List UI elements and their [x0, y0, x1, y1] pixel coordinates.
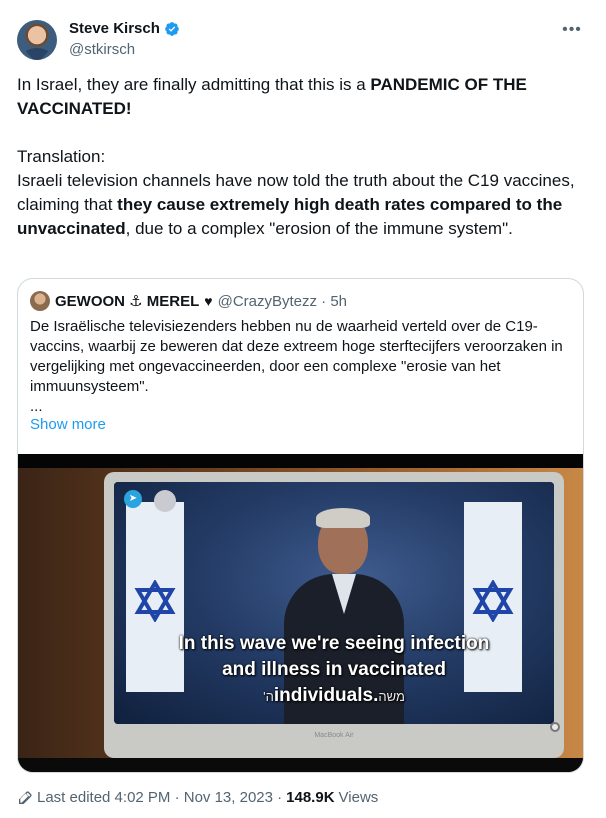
- quoted-text: De Israëlische televisiezenders hebben n…: [30, 318, 563, 395]
- translation-label: Translation:: [17, 147, 106, 166]
- author-avatar[interactable]: [17, 20, 57, 60]
- quoted-ellipsis: ...: [30, 398, 43, 415]
- quoted-avatar: [30, 291, 50, 311]
- author-display-name[interactable]: Steve Kirsch: [69, 20, 160, 37]
- verified-badge-icon: [165, 21, 179, 36]
- tweet-footer: Last edited 4:02 PM · Nov 13, 2023 · 148…: [17, 789, 378, 806]
- subtitle-line1: In this wave we're seeing infection: [178, 633, 490, 654]
- heart-icon: ♥: [204, 293, 213, 309]
- hebrew-caption: משה: [378, 689, 405, 704]
- laptop-brand: MacBook Air: [314, 732, 354, 739]
- hebrew-prefix: 'ה: [263, 689, 274, 704]
- more-options-icon[interactable]: •••: [561, 22, 583, 38]
- show-more-link[interactable]: Show more: [30, 416, 106, 433]
- channel-logo-icon: [154, 490, 176, 512]
- star-of-david-icon: [472, 580, 514, 622]
- views-label: Views: [338, 789, 379, 806]
- edit-timestamp[interactable]: Last edited 4:02 PM · Nov 13, 2023 ·: [37, 789, 282, 806]
- tweet-text-line1: In Israel, they are finally admitting th…: [17, 75, 527, 118]
- tweet-body: Israeli television channels have now tol…: [17, 171, 575, 238]
- telegram-icon: ➤: [124, 490, 142, 508]
- quoted-tweet[interactable]: GEWOON ⚓ MEREL ♥ @CrazyBytezz · 5h De Is…: [17, 278, 584, 773]
- quoted-header: GEWOON ⚓ MEREL ♥ @CrazyBytezz · 5h: [30, 291, 347, 311]
- subtitle-line3: 'הindividuals.משה: [263, 685, 405, 706]
- clipped-previous-line: [110, 0, 170, 6]
- author-handle[interactable]: @stkirsch: [69, 41, 135, 58]
- tweet: Steve Kirsch @stkirsch ••• In Israel, th…: [0, 0, 606, 818]
- quoted-handle-time: @CrazyBytezz · 5h: [217, 292, 348, 310]
- subtitle-line2: and illness in vaccinated: [222, 659, 446, 680]
- edit-pencil-icon[interactable]: [17, 790, 33, 806]
- video-control-icon[interactable]: [550, 722, 560, 732]
- quoted-author-name: GEWOON ⚓ MEREL: [55, 293, 200, 310]
- laptop-screen: ➤ In this wave we're seeing infection an…: [114, 482, 554, 724]
- laptop-frame: ➤ In this wave we're seeing infection an…: [104, 472, 564, 758]
- author-name-row[interactable]: Steve Kirsch: [69, 20, 180, 37]
- star-of-david-icon: [134, 580, 176, 622]
- views-count: 148.9K: [286, 789, 335, 806]
- video-player[interactable]: ➤ In this wave we're seeing infection an…: [18, 454, 583, 772]
